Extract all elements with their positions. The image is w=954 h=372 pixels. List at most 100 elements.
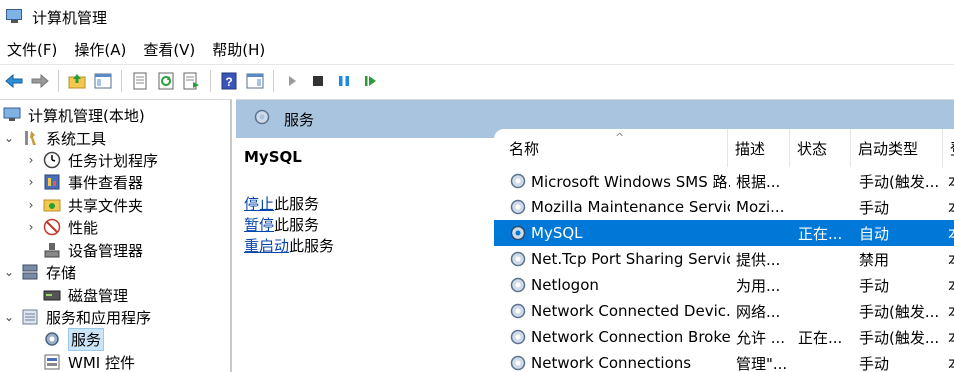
tree-item-services[interactable]: 服务 — [42, 327, 105, 351]
chevron-right-icon[interactable]: › — [24, 175, 38, 189]
tree-label: 存储 — [46, 263, 77, 282]
tree-item-computer-management[interactable]: 计算机管理(本地) — [2, 104, 145, 126]
tree-label: 系统工具 — [46, 129, 107, 148]
services-gear-icon — [42, 330, 62, 348]
svg-text:?: ? — [225, 75, 232, 89]
menu-help[interactable]: 帮助(H) — [204, 39, 274, 60]
action-pause: 暂停此服务 — [244, 214, 319, 235]
service-logon: 本 — [948, 168, 954, 194]
computer-management-icon — [6, 9, 24, 25]
service-logon: 本 — [948, 220, 954, 246]
action-restart: 重启动此服务 — [244, 235, 334, 256]
chevron-right-icon[interactable]: › — [24, 220, 38, 234]
service-gear-icon — [510, 355, 526, 371]
pause-service-icon[interactable] — [332, 69, 356, 93]
help-icon[interactable]: ? — [217, 69, 241, 93]
table-row[interactable]: Mozilla Maintenance Service Mozi... 手动 本 — [494, 194, 954, 220]
pause-service-link[interactable]: 暂停 — [244, 216, 274, 234]
tree-item-system-tools[interactable]: ⌄ 系统工具 — [2, 127, 106, 149]
service-startup-type: 手动(触发... — [859, 172, 940, 191]
back-arrow-icon[interactable] — [2, 69, 26, 93]
service-name: Network Connections — [531, 354, 692, 372]
service-name: Netlogon — [531, 276, 599, 294]
table-row[interactable]: Network Connection Broker 允许 ... 正在... 手… — [494, 324, 954, 350]
refresh-icon[interactable] — [154, 69, 178, 93]
service-gear-icon — [510, 329, 526, 345]
restart-service-link[interactable]: 重启动 — [244, 237, 289, 255]
action-text: 此服务 — [289, 237, 335, 255]
table-row[interactable]: Netlogon 为用... 手动 本 — [494, 272, 954, 298]
tree-label: 事件查看器 — [68, 173, 144, 192]
properties-icon[interactable] — [128, 69, 152, 93]
tree-label: WMI 控件 — [68, 353, 135, 372]
menu-view[interactable]: 查看(V) — [135, 39, 204, 60]
column-header-description[interactable]: 描述 — [728, 129, 790, 167]
export-list-icon[interactable] — [180, 69, 204, 93]
toolbar-separator — [58, 69, 59, 92]
chevron-down-icon[interactable]: ⌄ — [2, 131, 16, 145]
service-startup-type: 自动 — [859, 224, 890, 243]
tree-item-disk-management[interactable]: 磁盘管理 — [42, 284, 128, 306]
services-applications-icon — [20, 308, 40, 326]
service-description: 提供... — [736, 250, 781, 269]
service-logon: 本 — [948, 324, 954, 350]
tree-item-shared-folders[interactable]: › 共享文件夹 — [24, 194, 143, 216]
service-description-pane: MySQL 停止此服务 暂停此服务 重启动此服务 — [236, 138, 494, 372]
storage-icon — [20, 263, 40, 281]
menu-bar: 文件(F) 操作(A) 查看(V) 帮助(H) — [0, 36, 954, 62]
table-row[interactable]: Network Connected Devic... 网络... 手动(触发..… — [494, 298, 954, 324]
up-folder-icon[interactable] — [65, 69, 89, 93]
column-header-startup-type[interactable]: 启动类型 — [851, 129, 943, 167]
start-service-icon[interactable] — [280, 69, 304, 93]
forward-arrow-icon[interactable] — [28, 69, 52, 93]
menu-action[interactable]: 操作(A) — [66, 39, 135, 60]
tree-item-wmi-control[interactable]: WMI 控件 — [42, 351, 135, 372]
tree-item-task-scheduler[interactable]: › 任务计划程序 — [24, 149, 158, 171]
column-header-logon[interactable]: 登 — [943, 129, 954, 167]
column-label: 登 — [950, 138, 954, 159]
service-gear-icon — [510, 251, 526, 267]
toolbar: ? — [0, 64, 954, 96]
tree-item-event-viewer[interactable]: › 事件查看器 — [24, 171, 143, 193]
tree-label: 性能 — [68, 218, 99, 237]
services-gear-icon — [252, 107, 272, 131]
service-name: Microsoft Windows SMS 路... — [531, 172, 730, 191]
title-bar: 计算机管理 — [0, 0, 954, 34]
chevron-right-icon[interactable]: › — [24, 153, 38, 167]
chevron-down-icon[interactable]: ⌄ — [2, 265, 16, 279]
tree-item-performance[interactable]: › 性能 — [24, 216, 98, 238]
column-header-status[interactable]: 状态 — [790, 129, 851, 167]
service-status — [798, 194, 854, 220]
sort-ascending-icon: ^ — [615, 131, 625, 144]
table-row[interactable]: Network Connections 管理"... 手动 本 — [494, 350, 954, 372]
column-header-name[interactable]: 名称 ^ — [502, 129, 728, 167]
tree-item-services-and-applications[interactable]: ⌄ 服务和应用程序 — [2, 306, 151, 328]
stop-service-icon[interactable] — [306, 69, 330, 93]
service-startup-type: 手动 — [859, 354, 890, 372]
table-row[interactable]: Microsoft Windows SMS 路... 根据... 手动(触发..… — [494, 168, 954, 194]
service-gear-icon — [510, 303, 526, 319]
services-list: 名称 ^ 描述 状态 启动类型 登 Microsoft Windows SMS … — [494, 129, 954, 372]
show-hide-action-pane-icon[interactable] — [243, 69, 267, 93]
restart-service-icon[interactable] — [358, 69, 382, 93]
show-hide-tree-icon[interactable] — [91, 69, 115, 93]
service-logon: 本 — [948, 272, 954, 298]
service-gear-icon — [510, 173, 526, 189]
service-gear-icon — [510, 225, 526, 241]
toolbar-separator — [121, 69, 122, 92]
table-row[interactable]: Net.Tcp Port Sharing Service 提供... 禁用 本 — [494, 246, 954, 272]
column-label: 描述 — [735, 139, 766, 158]
action-stop: 停止此服务 — [244, 193, 319, 214]
tree-item-device-manager[interactable]: 设备管理器 — [42, 239, 143, 261]
service-name: Mozilla Maintenance Service — [531, 198, 730, 216]
stop-service-link[interactable]: 停止 — [244, 195, 274, 213]
tree-item-storage[interactable]: ⌄ 存储 — [2, 261, 76, 283]
shared-folder-icon — [42, 196, 62, 214]
tree-label: 磁盘管理 — [68, 286, 129, 305]
menu-file[interactable]: 文件(F) — [0, 39, 66, 60]
services-pane: 服务 MySQL 停止此服务 暂停此服务 重启动此服务 名称 ^ 描述 状态 启… — [236, 99, 954, 372]
chevron-right-icon[interactable]: › — [24, 198, 38, 212]
table-row-selected[interactable]: MySQL 正在... 自动 本 — [494, 220, 954, 246]
chevron-down-icon[interactable]: ⌄ — [2, 310, 16, 324]
service-gear-icon — [510, 199, 526, 215]
